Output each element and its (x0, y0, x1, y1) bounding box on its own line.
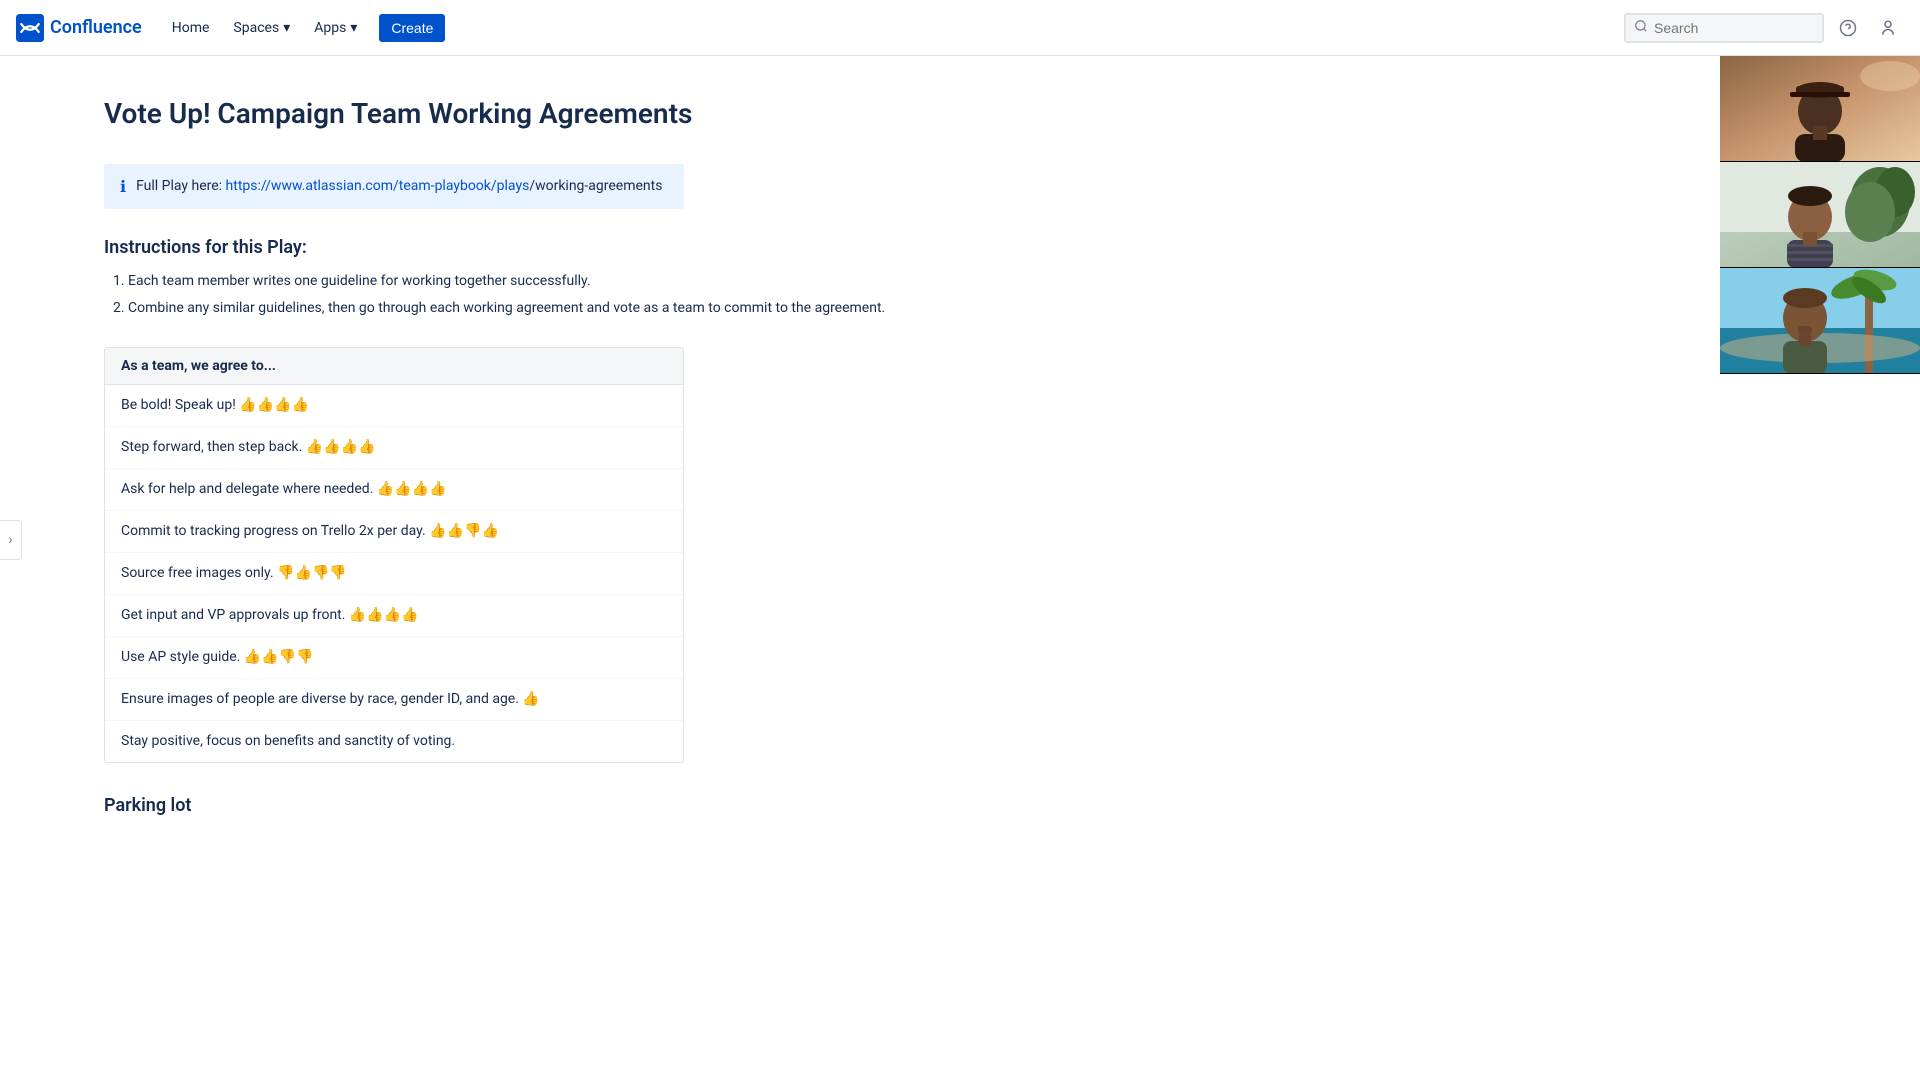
chevron-down-icon: ▾ (350, 20, 357, 36)
info-text: Full Play here: https://www.atlassian.co… (136, 176, 662, 197)
playbook-link[interactable]: https://www.atlassian.com/team-playbook/… (226, 178, 530, 194)
search-input[interactable] (1654, 20, 1814, 36)
nav-home[interactable]: Home (162, 14, 220, 42)
nav-right (1624, 12, 1904, 44)
sidebar-toggle[interactable]: › (0, 520, 22, 560)
agreement-row: Ensure images of people are diverse by r… (105, 679, 683, 721)
nav-spaces[interactable]: Spaces ▾ (223, 14, 300, 42)
help-icon (1839, 19, 1857, 37)
instruction-item: Combine any similar guidelines, then go … (128, 297, 1194, 319)
instruction-item: Each team member writes one guideline fo… (128, 270, 1194, 292)
account-icon (1879, 19, 1897, 37)
video-cell-3 (1720, 268, 1920, 374)
main-content: Vote Up! Campaign Team Working Agreement… (24, 56, 1274, 896)
agreement-row: Get input and VP approvals up front. 👍👍👍… (105, 595, 683, 637)
help-button[interactable] (1832, 12, 1864, 44)
nav-apps[interactable]: Apps ▾ (304, 14, 367, 42)
chevron-down-icon: ▾ (283, 20, 290, 36)
info-box: ℹ Full Play here: https://www.atlassian.… (104, 164, 684, 209)
agreement-row: Ask for help and delegate where needed. … (105, 469, 683, 511)
nav-links: Home Spaces ▾ Apps ▾ Create (162, 14, 446, 42)
search-box[interactable] (1624, 13, 1824, 43)
logo-label: Confluence (50, 17, 142, 38)
instructions-list: Each team member writes one guideline fo… (104, 270, 1194, 319)
create-button[interactable]: Create (379, 14, 445, 42)
agreement-row: Commit to tracking progress on Trello 2x… (105, 511, 683, 553)
video-cell-2 (1720, 162, 1920, 268)
instructions-title: Instructions for this Play: (104, 237, 1194, 258)
agreement-table-header: As a team, we agree to... (105, 348, 683, 385)
page-title: Vote Up! Campaign Team Working Agreement… (104, 96, 1194, 132)
agreement-row: Source free images only. 👎👍👎👎 (105, 553, 683, 595)
instructions-section: Instructions for this Play: Each team me… (104, 237, 1194, 319)
parking-lot-title: Parking lot (104, 795, 1194, 816)
agreement-row: Stay positive, focus on benefits and san… (105, 721, 683, 762)
video-cell-1 (1720, 56, 1920, 162)
search-icon (1634, 19, 1648, 37)
agreement-row: Use AP style guide. 👍👍👎👎 (105, 637, 683, 679)
agreement-row: Be bold! Speak up! 👍👍👍👍 (105, 385, 683, 427)
confluence-logo[interactable]: Confluence (16, 14, 142, 42)
info-icon: ℹ (120, 177, 126, 196)
account-button[interactable] (1872, 12, 1904, 44)
agreement-row: Step forward, then step back. 👍👍👍👍 (105, 427, 683, 469)
video-panel (1720, 56, 1920, 374)
navbar: Confluence Home Spaces ▾ Apps ▾ Create (0, 0, 1920, 56)
agreement-table: As a team, we agree to... Be bold! Speak… (104, 347, 684, 763)
